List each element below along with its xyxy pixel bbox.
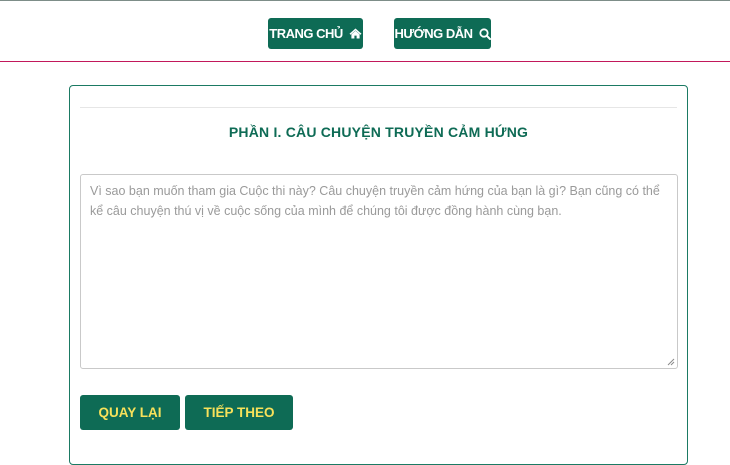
card-divider	[80, 107, 677, 108]
home-button-label: TRANG CHỦ	[269, 26, 343, 41]
section-title: PHẦN I. CÂU CHUYỆN TRUYỀN CẢM HỨNG	[228, 124, 529, 140]
guide-button[interactable]: HƯỚNG DẪN	[394, 18, 491, 49]
story-textarea[interactable]	[80, 174, 678, 369]
navbar: TRANG CHỦ HƯỚNG DẪN	[0, 1, 730, 61]
guide-button-label: HƯỚNG DẪN	[394, 26, 473, 41]
form-card: PHẦN I. CÂU CHUYỆN TRUYỀN CẢM HỨNG QUAY …	[69, 85, 688, 465]
header-divider	[0, 61, 730, 62]
back-button[interactable]: QUAY LẠI	[80, 395, 180, 430]
home-icon	[349, 28, 362, 39]
next-button[interactable]: TIẾP THEO	[185, 395, 293, 430]
resize-handle-icon[interactable]	[666, 357, 675, 366]
home-button[interactable]: TRANG CHỦ	[268, 18, 363, 49]
search-icon	[478, 27, 491, 40]
